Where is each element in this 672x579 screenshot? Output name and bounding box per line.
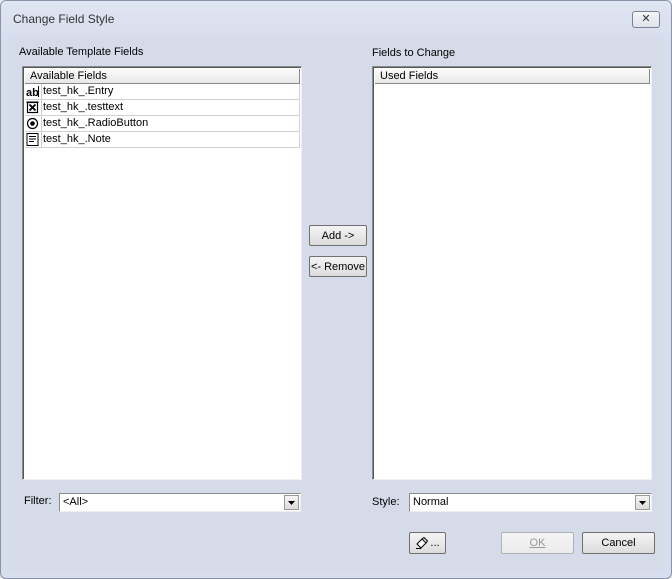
list-item-label: test_hk_.Note: [41, 132, 111, 147]
filter-dropdown[interactable]: <All>: [59, 493, 301, 512]
style-label: Style:: [372, 496, 400, 508]
close-button[interactable]: ✕: [632, 11, 660, 28]
remove-button[interactable]: <- Remove: [309, 256, 367, 277]
available-fields-column-header[interactable]: Available Fields: [25, 69, 300, 84]
style-value: Normal: [413, 496, 449, 508]
edit-style-button[interactable]: ...: [409, 532, 446, 554]
chevron-down-icon[interactable]: [284, 495, 299, 510]
note-icon: [26, 133, 39, 146]
style-dropdown[interactable]: Normal: [409, 493, 652, 512]
used-fields-column-header[interactable]: Used Fields: [375, 69, 650, 84]
used-fields-list[interactable]: Used Fields: [372, 66, 652, 480]
filter-label: Filter:: [24, 495, 52, 507]
list-item[interactable]: test_hk_.Note: [25, 132, 300, 148]
list-item-label: test_hk_.Entry: [41, 84, 114, 99]
cancel-button[interactable]: Cancel: [582, 532, 655, 554]
cancel-button-label: Cancel: [601, 537, 636, 549]
checkbox-icon: [26, 101, 39, 114]
available-fields-list[interactable]: Available Fields ab test_hk_.Entry test_…: [22, 66, 302, 480]
ok-button-label: OK: [529, 537, 546, 549]
change-field-style-dialog: Change Field Style ✕ Available Template …: [0, 0, 672, 579]
dialog-body: Available Template Fields Available Fiel…: [8, 38, 664, 571]
list-item[interactable]: ab test_hk_.Entry: [25, 84, 300, 100]
available-fields-group-label: Available Template Fields: [19, 46, 144, 58]
list-item[interactable]: test_hk_.testtext: [25, 100, 300, 116]
add-button[interactable]: Add ->: [309, 225, 367, 246]
title-bar[interactable]: Change Field Style ✕: [1, 1, 671, 39]
text-entry-icon: ab: [26, 85, 39, 99]
close-icon: ✕: [641, 13, 651, 25]
radio-button-icon: [26, 117, 39, 130]
svg-text:ab: ab: [26, 87, 39, 98]
window-title: Change Field Style: [13, 12, 115, 26]
fields-to-change-group-label: Fields to Change: [372, 47, 456, 59]
edit-style-ellipsis: ...: [430, 537, 440, 549]
list-item-label: test_hk_.RadioButton: [41, 116, 149, 131]
list-item[interactable]: test_hk_.RadioButton: [25, 116, 300, 132]
ok-button[interactable]: OK: [501, 532, 574, 554]
chevron-down-icon[interactable]: [635, 495, 650, 510]
edit-style-icon: [415, 537, 429, 549]
filter-value: <All>: [63, 496, 89, 508]
list-item-label: test_hk_.testtext: [41, 100, 124, 115]
